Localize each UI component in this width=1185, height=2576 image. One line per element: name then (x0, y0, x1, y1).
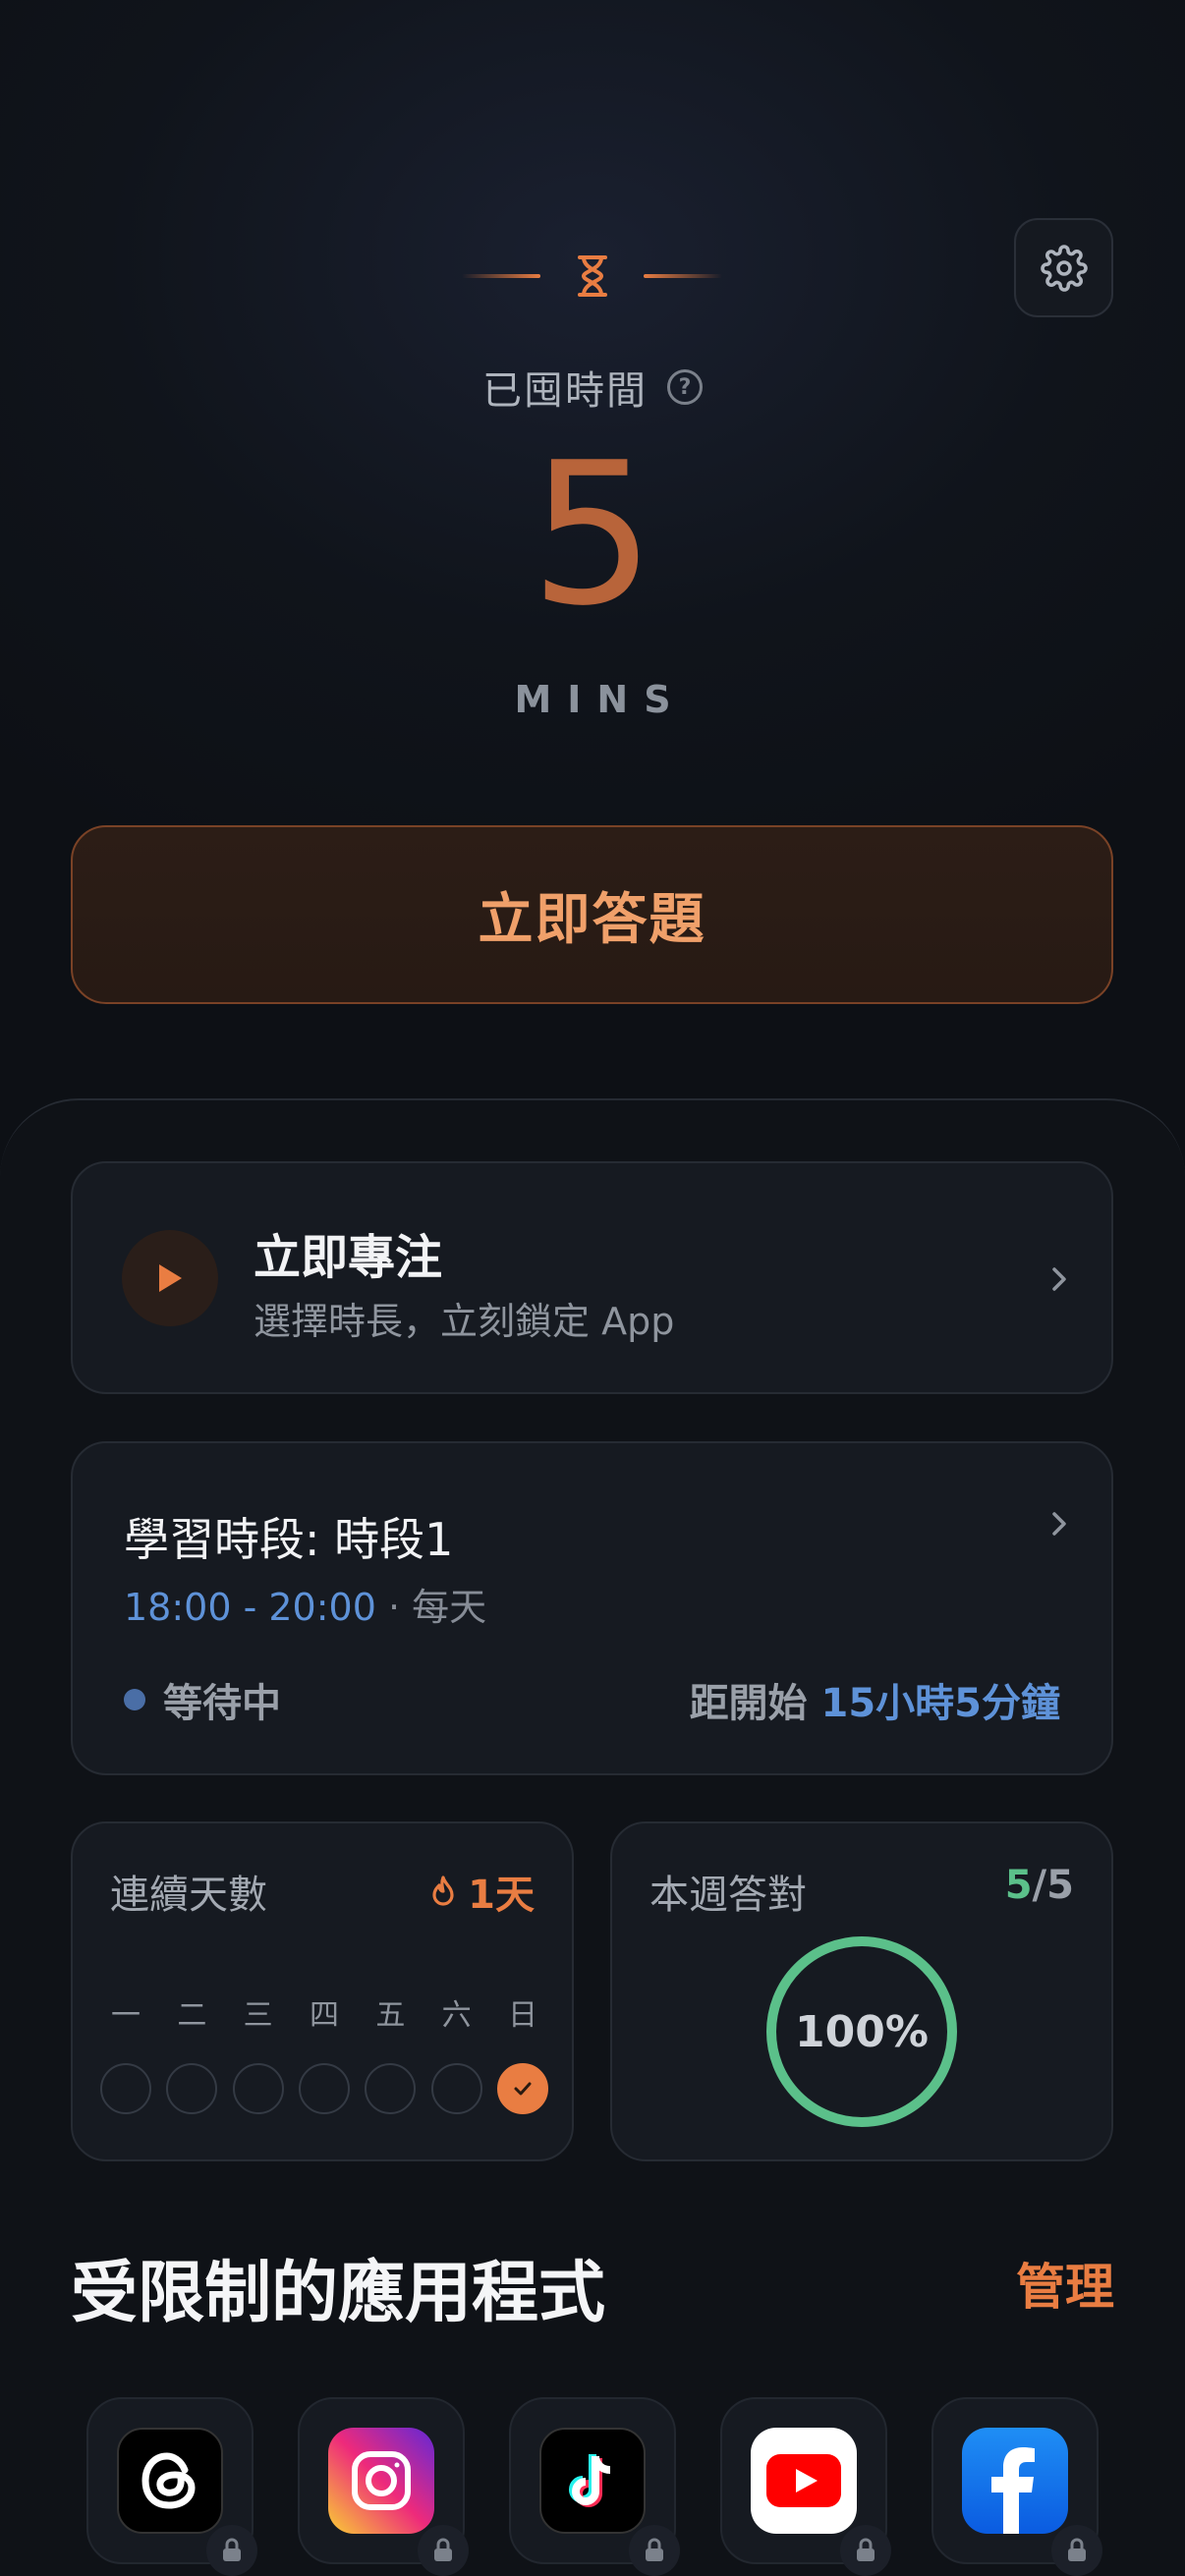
streak-day: 三 (232, 1990, 284, 2114)
session-time-range: 18:00 - 20:00 (124, 1586, 376, 1629)
facebook-icon (962, 2428, 1068, 2534)
streak-count: 1天 (468, 1873, 535, 1918)
session-separator: · (375, 1586, 413, 1629)
streak-days: 一 二 三 四 五六日 (100, 1990, 548, 2114)
streak-card: 連續天數 1天 一 二 三 四 五六日 (71, 1821, 574, 2161)
banked-time-unit: MINS (514, 678, 687, 721)
streak-day-label: 日 (507, 1998, 537, 2033)
streak-label: 連續天數 (110, 1873, 267, 1918)
answer-now-button[interactable]: 立即答題 (71, 825, 1113, 1004)
streak-day: 四 (298, 1990, 350, 2114)
help-icon[interactable]: ? (667, 369, 703, 405)
weekly-correct-card: 本週答對 5/5 100% (610, 1821, 1113, 2161)
chevron-right-icon (1052, 1267, 1066, 1291)
hourglass-ornament (0, 246, 1185, 305)
streak-day: 五 (365, 1990, 417, 2114)
app-tile-facebook[interactable] (931, 2397, 1102, 2576)
streak-day: 一 (100, 1990, 151, 2114)
banked-time-title: 已囤時間 (482, 368, 648, 414)
weekly-total: 5 (1046, 1863, 1074, 1908)
streak-day-empty (430, 2063, 482, 2114)
flame-icon (432, 1876, 454, 1906)
app-tile-instagram[interactable] (298, 2397, 469, 2576)
streak-day-empty (100, 2063, 151, 2114)
app-tile-tiktok[interactable] (509, 2397, 680, 2576)
streak-day: 六 (430, 1990, 482, 2114)
restricted-apps-list (86, 2397, 1102, 2576)
weekly-percent: 100% (795, 2006, 929, 2057)
streak-day-empty (365, 2063, 417, 2114)
streak-day: 日 (496, 1990, 548, 2114)
focus-now-card[interactable]: 立即專注 選擇時長，立刻鎖定 App (71, 1161, 1113, 1394)
streak-day-label: 三 (243, 1998, 273, 2033)
session-status: 等待中 (124, 1671, 281, 1728)
lock-icon (418, 2525, 469, 2576)
lock-icon (206, 2525, 257, 2576)
streak-day: 二 (166, 1990, 218, 2114)
banked-time-title-row: 已囤時間 ? (0, 359, 1185, 416)
weekly-correct: 5 (1004, 1863, 1033, 1908)
streak-day-label: 一 (111, 1998, 141, 2033)
streak-day-label: 六 (441, 1998, 472, 2033)
chevron-right-icon (1052, 1512, 1066, 1536)
study-session-card[interactable]: 學習時段: 時段1 18:00 - 20:00 · 每天 等待中 距開始 15小… (71, 1441, 1113, 1775)
focus-subtitle: 選擇時長，立刻鎖定 App (254, 1300, 675, 1343)
countdown-value: 15小時5分鐘 (820, 1681, 1061, 1726)
ornament-line-right (644, 274, 722, 278)
hourglass-icon (578, 255, 607, 297)
status-dot (124, 1689, 145, 1710)
weekly-slash: / (1032, 1863, 1047, 1908)
streak-day-label: 五 (375, 1998, 406, 2033)
lock-icon (629, 2525, 680, 2576)
streak-value: 1天 (428, 1863, 535, 1920)
app-tile-youtube[interactable] (720, 2397, 891, 2576)
ornament-line-left (462, 274, 540, 278)
streak-day-label: 四 (309, 1998, 339, 2033)
session-schedule: 18:00 - 20:00 · 每天 (124, 1577, 486, 1631)
streak-day-empty (166, 2063, 218, 2114)
youtube-icon (751, 2428, 857, 2534)
streak-day-done (496, 2063, 548, 2114)
app-tile-threads[interactable] (86, 2397, 257, 2576)
weekly-score: 5/5 (1005, 1863, 1074, 1908)
status-text: 等待中 (163, 1681, 281, 1726)
session-title: 學習時段: 時段1 (124, 1513, 454, 1566)
banked-time-value: 5 (530, 420, 655, 649)
play-button (122, 1230, 218, 1326)
focus-title: 立即專注 (254, 1230, 443, 1285)
session-countdown: 距開始 15小時5分鐘 (690, 1671, 1060, 1728)
restricted-apps-title: 受限制的應用程式 (71, 2255, 606, 2332)
weekly-label: 本週答對 (649, 1873, 807, 1918)
tiktok-icon (539, 2428, 646, 2534)
threads-icon (117, 2428, 223, 2534)
streak-day-empty (298, 2063, 350, 2114)
streak-day-label: 二 (177, 1998, 207, 2033)
lock-icon (840, 2525, 891, 2576)
lock-icon (1051, 2525, 1102, 2576)
streak-day-empty (232, 2063, 284, 2114)
play-icon (159, 1264, 182, 1292)
countdown-label: 距開始 (689, 1681, 821, 1726)
manage-button[interactable]: 管理 (1016, 2248, 1114, 2319)
session-repeat: 每天 (412, 1586, 487, 1629)
instagram-icon (328, 2428, 434, 2534)
home-screen: 已囤時間 ? 5 MINS 立即答題 立即專注 選擇時長，立刻鎖定 App 學習… (0, 0, 1185, 2576)
check-icon (514, 2082, 532, 2096)
